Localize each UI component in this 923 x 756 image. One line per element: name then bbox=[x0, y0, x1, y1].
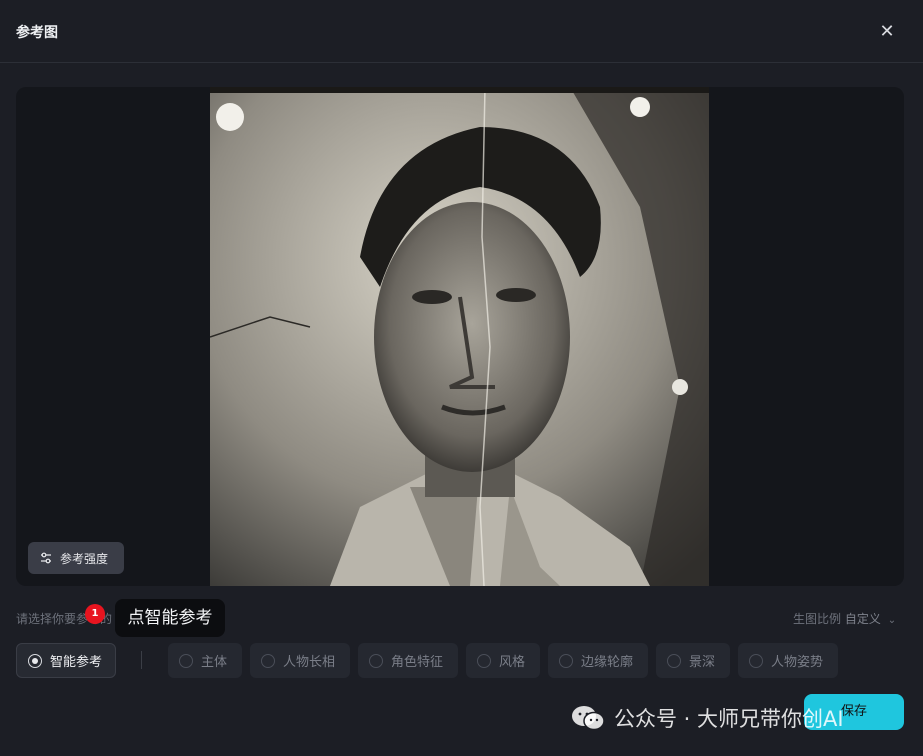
wechat-icon bbox=[572, 706, 605, 731]
aspect-ratio-label: 生图比例 bbox=[793, 612, 842, 626]
sliders-icon bbox=[41, 552, 51, 564]
aspect-ratio-selector[interactable]: 生图比例 自定义 ⌄ bbox=[793, 610, 896, 627]
wechat-watermark: 公众号 · 大师兄带你创AI bbox=[570, 703, 844, 733]
save-button[interactable]: 保存 bbox=[804, 694, 904, 730]
close-icon[interactable]: ✕ bbox=[876, 21, 898, 43]
option-subject[interactable]: 主体 bbox=[168, 643, 242, 678]
radio-icon bbox=[28, 653, 42, 668]
radio-icon bbox=[749, 653, 763, 668]
aspect-ratio-value: 自定义 bbox=[844, 612, 881, 626]
reference-photo bbox=[210, 87, 709, 586]
radio-icon bbox=[477, 653, 491, 668]
option-edge-contour[interactable]: 边缘轮廓 bbox=[548, 643, 648, 678]
radio-icon bbox=[559, 653, 573, 668]
annotation-tooltip: 点智能参考 bbox=[115, 599, 225, 637]
option-label: 风格 bbox=[499, 655, 526, 670]
option-label: 主体 bbox=[201, 655, 228, 670]
option-label: 智能参考 bbox=[50, 655, 103, 670]
option-label: 角色特征 bbox=[391, 655, 444, 670]
radio-icon bbox=[369, 653, 383, 668]
option-divider bbox=[141, 651, 142, 669]
dialog-title: 参考图 bbox=[16, 25, 58, 41]
reference-strength-label: 参考强度 bbox=[60, 551, 109, 566]
radio-icon bbox=[261, 653, 275, 668]
option-smart-reference[interactable]: 智能参考 bbox=[16, 643, 116, 678]
option-depth-of-field[interactable]: 景深 bbox=[656, 643, 730, 678]
option-label: 人物姿势 bbox=[771, 655, 824, 670]
annotation-badge: 1 bbox=[85, 604, 105, 624]
dialog-header: 参考图 ✕ bbox=[0, 0, 923, 63]
option-label: 景深 bbox=[689, 655, 716, 670]
radio-icon bbox=[667, 653, 681, 668]
option-label: 边缘轮廓 bbox=[581, 655, 634, 670]
chevron-down-icon: ⌄ bbox=[887, 615, 897, 626]
reference-strength-button[interactable]: 参考强度 bbox=[28, 542, 124, 574]
option-style[interactable]: 风格 bbox=[466, 643, 540, 678]
radio-icon bbox=[179, 653, 193, 668]
option-character-features[interactable]: 角色特征 bbox=[358, 643, 458, 678]
option-pose[interactable]: 人物姿势 bbox=[738, 643, 838, 678]
reference-image-preview: 参考强度 bbox=[16, 87, 904, 586]
option-label: 人物长相 bbox=[283, 655, 336, 670]
option-face[interactable]: 人物长相 bbox=[250, 643, 350, 678]
